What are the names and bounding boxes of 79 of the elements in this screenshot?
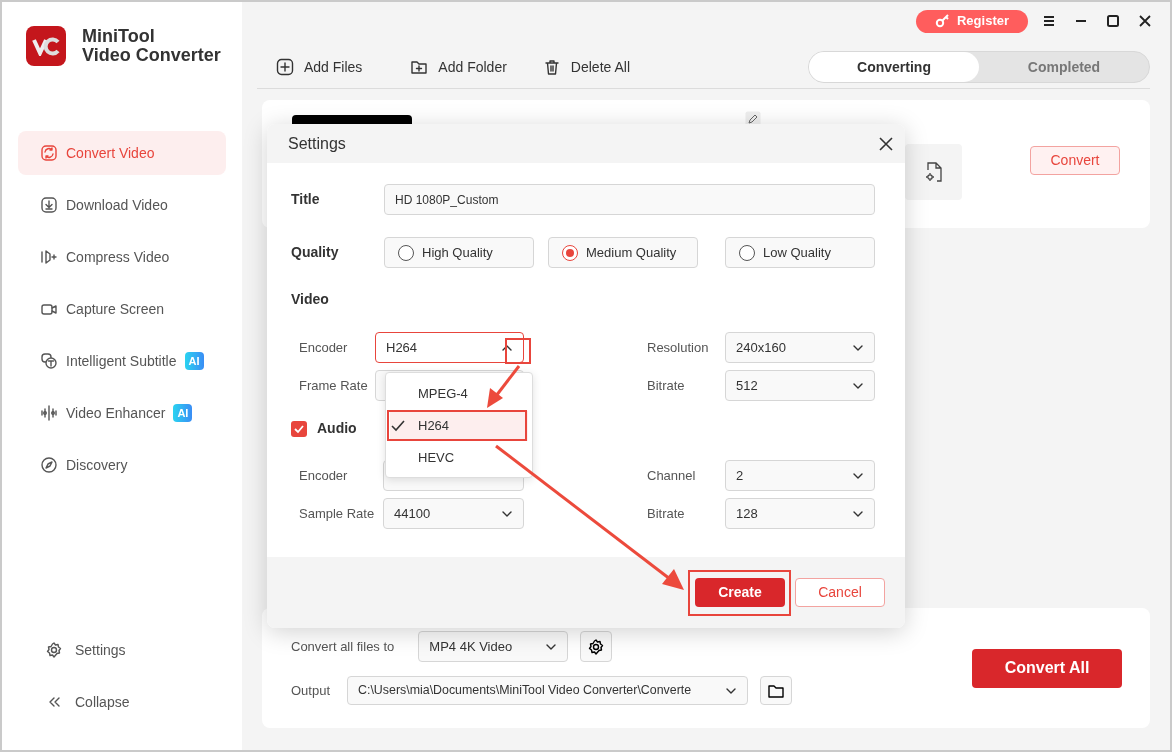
toolbar-button[interactable]: Delete All bbox=[542, 56, 630, 78]
quality-option[interactable]: Low Quality bbox=[725, 237, 875, 268]
download-icon bbox=[40, 196, 58, 214]
quality-option[interactable]: High Quality bbox=[384, 237, 534, 268]
video-heading: Video bbox=[291, 290, 329, 309]
sidebar-item[interactable]: Compress Video bbox=[18, 235, 226, 279]
menu-icon[interactable] bbox=[1042, 14, 1056, 28]
highlight-frame bbox=[505, 338, 531, 364]
check-icon bbox=[294, 423, 304, 434]
field-label: Encoder bbox=[299, 466, 349, 485]
output-path-select[interactable]: C:\Users\mia\Documents\MiniTool Video Converter\Converte bbox=[347, 676, 749, 705]
open-folder-button[interactable] bbox=[760, 676, 793, 705]
cancel-button[interactable]: Cancel bbox=[795, 578, 885, 607]
field-label: Bitrate bbox=[647, 376, 686, 395]
field-label: Encoder bbox=[299, 338, 349, 357]
format-settings-button[interactable] bbox=[580, 631, 613, 662]
settings-icon bbox=[587, 637, 606, 656]
field-label: Channel bbox=[647, 466, 697, 485]
sidebar-item[interactable]: Convert Video bbox=[18, 131, 226, 175]
toolbar-button[interactable]: Add Files bbox=[276, 56, 363, 78]
dropdown-field[interactable]: 2 bbox=[725, 460, 875, 491]
quality-label: Quality bbox=[291, 243, 340, 262]
annotation-arrow bbox=[487, 365, 521, 408]
convert-button[interactable]: Convert bbox=[1030, 146, 1120, 175]
subtitle-icon bbox=[40, 352, 58, 370]
dropdown-field[interactable]: 128 bbox=[725, 498, 875, 529]
radio-button[interactable] bbox=[739, 244, 755, 261]
dropdown-field[interactable]: 512 bbox=[725, 370, 875, 401]
title-field[interactable]: HD 1080P_Custom bbox=[384, 184, 875, 215]
file-gear-icon bbox=[923, 161, 944, 183]
sidebar-item[interactable]: Settings bbox=[18, 628, 226, 672]
trash-icon bbox=[542, 58, 561, 76]
close-icon[interactable] bbox=[879, 136, 893, 151]
output-label: Output bbox=[291, 681, 331, 700]
sidebar-item[interactable]: Download Video bbox=[18, 183, 226, 227]
sidebar-item[interactable]: Capture Screen bbox=[18, 287, 226, 331]
dropdown-field[interactable]: 240x160 bbox=[725, 332, 875, 363]
radio-button[interactable] bbox=[562, 244, 578, 261]
field-label: Resolution bbox=[647, 338, 710, 357]
key-icon bbox=[935, 14, 951, 28]
app-title: MiniTool Video Converter bbox=[82, 27, 221, 65]
sidebar-item[interactable]: Collapse bbox=[18, 680, 226, 724]
file-settings-button[interactable] bbox=[905, 144, 962, 200]
field-label: Bitrate bbox=[647, 504, 686, 523]
add-icon bbox=[276, 58, 294, 76]
radio-button[interactable] bbox=[398, 244, 414, 261]
tab[interactable]: Completed bbox=[979, 52, 1149, 82]
field-label: Frame Rate bbox=[299, 376, 369, 395]
equalizer-icon bbox=[40, 404, 58, 422]
quality-option[interactable]: Medium Quality bbox=[548, 237, 698, 268]
app-logo bbox=[26, 26, 66, 66]
dialog-title: Settings bbox=[288, 133, 346, 154]
settings-icon bbox=[45, 641, 63, 659]
sidebar-item[interactable]: Video Enhancer AI bbox=[18, 391, 226, 435]
sidebar-item[interactable]: Discovery bbox=[18, 443, 226, 487]
sidebar-item[interactable]: Intelligent Subtitle AI bbox=[18, 339, 226, 383]
format-select[interactable]: MP4 4K Video bbox=[418, 631, 569, 662]
title-label: Title bbox=[291, 190, 321, 209]
ai-badge: AI bbox=[184, 351, 204, 371]
toolbar-button[interactable]: Add Folder bbox=[410, 56, 507, 78]
ai-badge: AI bbox=[173, 403, 193, 423]
refresh-icon bbox=[40, 144, 58, 162]
close-icon[interactable] bbox=[1138, 14, 1152, 28]
audio-checkbox[interactable] bbox=[291, 420, 307, 437]
maximize-icon[interactable] bbox=[1106, 14, 1120, 28]
dropdown-option[interactable]: MPEG-4 bbox=[390, 379, 528, 409]
dropdown-field[interactable]: H264 bbox=[375, 332, 524, 363]
create-button[interactable]: Create bbox=[695, 578, 785, 607]
compass-icon bbox=[40, 456, 58, 474]
compress-icon bbox=[40, 248, 58, 266]
folder-add-icon bbox=[410, 58, 429, 76]
dropdown-option[interactable]: HEVC bbox=[390, 443, 528, 473]
convert-all-label: Convert all files to bbox=[291, 637, 395, 656]
audio-label: Audio bbox=[317, 419, 357, 438]
dropdown-field[interactable]: 44100 bbox=[383, 498, 524, 529]
check-icon bbox=[391, 420, 405, 432]
convert-all-button[interactable]: Convert All bbox=[972, 648, 1122, 688]
field-label: Sample Rate bbox=[299, 504, 376, 523]
tab[interactable]: Converting bbox=[809, 52, 979, 82]
